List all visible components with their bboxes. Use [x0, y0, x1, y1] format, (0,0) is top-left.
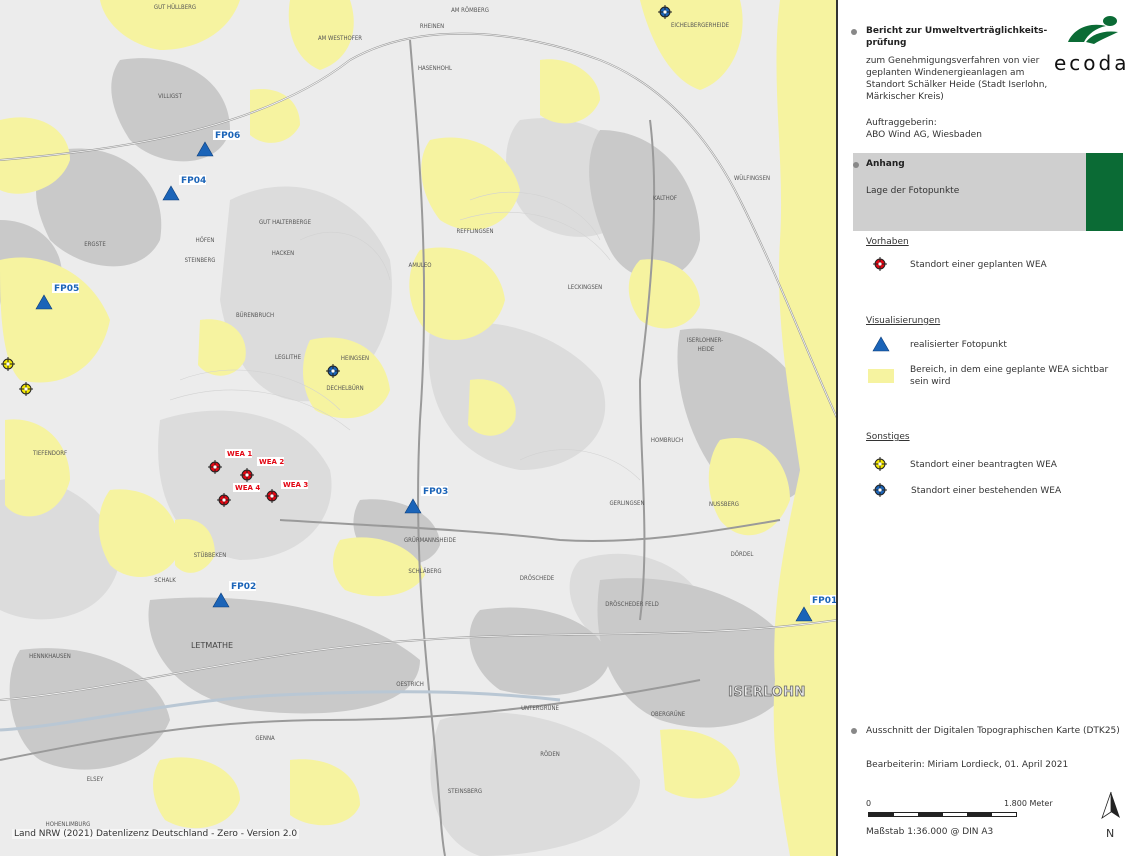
fotopunkt-label: FP06	[215, 131, 240, 141]
bullet-report	[851, 29, 857, 35]
place-label: GUT HÜLLBERG	[154, 4, 196, 11]
map-copyright: Land NRW (2021) Datenlizenz Deutschland …	[12, 829, 300, 839]
fotopunkt-legend-icon	[872, 336, 890, 352]
bullet-anhang	[853, 162, 859, 168]
legend-existing-wea: Standort einer bestehenden WEA	[911, 486, 1062, 496]
planned-wea-legend-icon	[873, 257, 887, 271]
north-arrow-icon	[1101, 791, 1120, 819]
wea-label: WEA 4	[235, 484, 260, 492]
editor-line: Bearbeiterin: Miriam Lordieck, 01. April…	[866, 760, 1069, 770]
section-visualisierungen: Visualisierungen	[866, 316, 941, 326]
visibility-area-swatch	[868, 369, 894, 383]
place-label: RÖDEN	[540, 751, 560, 758]
place-label: HENNKHAUSEN	[29, 653, 71, 660]
place-label: DRÖSCHEDER FELD	[605, 601, 659, 608]
description-line-2: geplanten Windenergieanlagen am	[866, 68, 1025, 78]
bullet-map-source	[851, 728, 857, 734]
place-label: GUT HALTERBERGE	[259, 219, 312, 226]
north-label: N	[1106, 827, 1115, 840]
map-view[interactable]: GUT HÜLLBERG AM RÖMBERG RHEINEN HASENHOHL AM…	[0, 0, 838, 856]
place-label: HEINGSEN	[341, 355, 369, 362]
scale-text: Maßstab 1:36.000 @ DIN A3	[866, 827, 994, 837]
wea-label: WEA 2	[259, 458, 284, 466]
place-label: ISERLOHNER-	[687, 337, 723, 344]
place-label: STEINSBERG	[448, 788, 482, 795]
fotopunkt-label: FP05	[54, 284, 79, 294]
section-sonstiges: Sonstiges	[866, 432, 910, 442]
place-label: KALTHOF	[653, 195, 677, 202]
anhang-title: Anhang	[866, 159, 905, 169]
place-label: GENNA	[255, 735, 275, 742]
place-label: LETMATHE	[191, 641, 233, 650]
scale-end-label: 1.800 Meter	[1004, 799, 1053, 808]
legend-visible-area-line2: sein wird	[910, 377, 951, 387]
place-label: HOHENLIMBURG	[46, 821, 91, 828]
place-label: GERLINGSEN	[609, 500, 644, 507]
place-label: EICHELBERGERHEIDE	[671, 22, 730, 29]
anhang-subtitle: Lage der Fotopunkte	[866, 186, 960, 196]
place-label: OESTRICH	[396, 681, 424, 688]
place-label: OBERGRÜNE	[651, 711, 686, 718]
place-label: HOMBRUCH	[651, 437, 683, 444]
place-label: LECKINGSEN	[568, 284, 602, 291]
place-label: HÖFEN	[196, 237, 215, 244]
place-label: REFFLINGSEN	[456, 228, 493, 235]
legend-fotopunkt: realisierter Fotopunkt	[910, 340, 1007, 350]
client-name: ABO Wind AG, Wiesbaden	[866, 130, 982, 140]
place-label: AM WESTHOFER	[318, 35, 362, 42]
place-label: HASENHOHL	[418, 65, 452, 72]
legend-visible-area-line1: Bereich, in dem eine geplante WEA sichtb…	[910, 365, 1109, 375]
fotopunkt-label: FP01	[812, 596, 837, 606]
place-label: LEGLITHE	[275, 354, 302, 361]
report-title-line1: Bericht zur Umweltverträglichkeits-	[866, 26, 1048, 36]
scale-start-label: 0	[866, 799, 872, 808]
place-label: RHEINEN	[420, 23, 444, 30]
topographic-map: GUT HÜLLBERG AM RÖMBERG RHEINEN HASENHOHL AM…	[0, 0, 837, 856]
place-label: STÜBBEKEN	[194, 552, 226, 559]
anhang-accent	[1086, 153, 1123, 231]
place-label: DRÖSCHEDE	[520, 575, 555, 582]
place-label: AM RÖMBERG	[451, 7, 489, 14]
legend-applied-wea: Standort einer beantragten WEA	[910, 460, 1057, 470]
place-label: VILLIGST	[158, 93, 182, 100]
ecoda-logo-icon	[1068, 16, 1118, 44]
place-label: DÖRDEL	[731, 551, 754, 558]
legend-planned-wea: Standort einer geplanten WEA	[910, 260, 1047, 270]
place-label: ISERLOHN	[728, 685, 806, 700]
place-label: AMULEO	[409, 262, 432, 269]
applied-wea-legend-icon	[873, 457, 887, 471]
wea-label: WEA 1	[227, 450, 252, 458]
place-label: HEIDE	[698, 346, 715, 353]
place-label: DECHELBÜRN	[326, 385, 363, 392]
place-label: ERGSTE	[84, 241, 106, 248]
existing-wea-legend-icon	[873, 483, 887, 497]
place-label: BÜRENBRUCH	[236, 312, 274, 319]
description-line-1: zum Genehmigungsverfahren von vier	[866, 56, 1040, 66]
map-source: Ausschnitt der Digitalen Topographischen…	[866, 726, 1120, 736]
wea-label: WEA 3	[283, 481, 308, 489]
place-label: UNTERGRÜNE	[521, 705, 559, 712]
client-label: Auftraggeberin:	[866, 118, 937, 128]
place-label: WÜLFINGSEN	[734, 175, 770, 182]
section-vorhaben: Vorhaben	[866, 237, 909, 247]
description-line-3: Standort Schälker Heide (Stadt Iserlohn,	[866, 80, 1048, 90]
fotopunkt-label: FP04	[181, 176, 206, 186]
fotopunkt-label: FP03	[423, 487, 448, 497]
fotopunkt-label: FP02	[231, 582, 256, 592]
place-label: HACKEN	[272, 250, 294, 257]
scale-bar	[868, 812, 1017, 817]
place-label: SCHALK	[154, 577, 176, 584]
place-label: GRÜRMANNSHEIDE	[404, 537, 457, 544]
place-label: TIEFENDORF	[32, 450, 67, 457]
place-label: SCHLÄBERG	[408, 568, 441, 575]
place-label: NUSSBERG	[709, 501, 739, 508]
legend-panel: Bericht zur Umweltverträglichkeits- prüf…	[838, 0, 1138, 856]
place-label: ELSEY	[87, 776, 104, 783]
ecoda-logo-text: ecoda	[1054, 51, 1130, 75]
report-title-line2: prüfung	[866, 38, 907, 48]
place-label: STEINBERG	[185, 257, 216, 264]
description-line-4: Märkischer Kreis)	[866, 92, 944, 102]
